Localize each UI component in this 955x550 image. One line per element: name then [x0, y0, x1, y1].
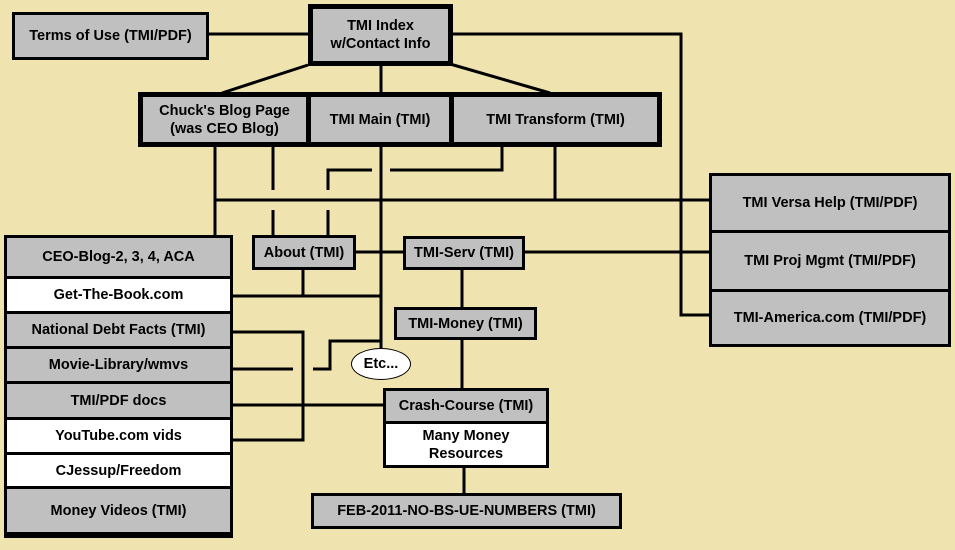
etc-label: Etc... — [363, 356, 399, 372]
connector-transform-about-a — [390, 146, 504, 172]
tmi-serv-box[interactable]: TMI-Serv (TMI) — [403, 236, 525, 270]
tmi-serv-label: TMI-Serv (TMI) — [414, 245, 514, 261]
terms-of-use-box[interactable]: Terms of Use (TMI/PDF) — [12, 12, 209, 60]
left-stack-label: Movie-Library/wmvs — [48, 357, 189, 373]
right-resource-stack: TMI Versa Help (TMI/PDF) TMI Proj Mgmt (… — [709, 173, 951, 347]
crash-course-box[interactable]: Crash-Course (TMI) — [386, 391, 546, 421]
many-money-label-line2: Resources — [428, 445, 504, 462]
tmi-transform-box[interactable]: TMI Transform (TMI) — [449, 92, 662, 147]
left-stack-label: YouTube.com vids — [55, 428, 182, 444]
right-stack-item-tmi-america[interactable]: TMI-America.com (TMI/PDF) — [712, 292, 948, 344]
tmi-index-box[interactable]: TMI Index w/Contact Info — [308, 4, 453, 66]
left-stack-item-movie-library[interactable]: Movie-Library/wmvs — [7, 349, 230, 381]
many-money-resources-box[interactable]: Many Money Resources — [386, 424, 546, 465]
left-stack-item-get-the-book[interactable]: Get-The-Book.com — [7, 279, 230, 311]
crash-course-label: Crash-Course (TMI) — [398, 398, 534, 414]
chucks-blog-box[interactable]: Chuck's Blog Page (was CEO Blog) — [138, 92, 311, 147]
terms-of-use-label: Terms of Use (TMI/PDF) — [29, 28, 192, 44]
left-stack-item-cjessup[interactable]: CJessup/Freedom — [7, 455, 230, 486]
left-stack-label: TMI/PDF docs — [70, 392, 167, 409]
tmi-main-box[interactable]: TMI Main (TMI) — [306, 92, 454, 147]
tmi-index-label-line1: TMI Index — [347, 18, 414, 34]
right-stack-label: TMI-America.com (TMI/PDF) — [733, 310, 927, 326]
about-box[interactable]: About (TMI) — [252, 235, 356, 270]
connector-index-transform — [449, 62, 551, 95]
left-stack-item-youtube[interactable]: YouTube.com vids — [7, 420, 230, 452]
left-stack-label: National Debt Facts (TMI) — [31, 322, 206, 338]
left-stack-item-tmi-pdf-docs[interactable]: TMI/PDF docs — [7, 384, 230, 417]
chucks-blog-label-line1: Chuck's Blog Page — [159, 102, 290, 119]
tmi-money-label: TMI-Money (TMI) — [408, 315, 523, 332]
chucks-blog-label-line2: (was CEO Blog) — [170, 120, 279, 137]
crash-course-group: Crash-Course (TMI) Many Money Resources — [383, 388, 549, 468]
left-stack-label: CEO-Blog-2, 3, 4, ACA — [42, 249, 195, 265]
left-stack-item-money-videos[interactable]: Money Videos (TMI) — [7, 489, 230, 532]
feb-2011-box[interactable]: FEB-2011-NO-BS-UE-NUMBERS (TMI) — [311, 493, 622, 529]
many-money-label-line1: Many Money — [422, 427, 510, 444]
left-stack-item-national-debt[interactable]: National Debt Facts (TMI) — [7, 314, 230, 346]
tmi-index-label-line2: w/Contact Info — [330, 36, 431, 52]
connector-index-blog — [221, 63, 309, 95]
tmi-main-label: TMI Main (TMI) — [329, 111, 431, 128]
connector-transform-about-b — [326, 168, 372, 190]
right-stack-item-versa-help[interactable]: TMI Versa Help (TMI/PDF) — [712, 176, 948, 230]
tmi-money-box[interactable]: TMI-Money (TMI) — [394, 307, 537, 340]
tmi-transform-label: TMI Transform (TMI) — [486, 111, 625, 128]
connector-about-book — [231, 268, 305, 298]
feb-2011-label: FEB-2011-NO-BS-UE-NUMBERS (TMI) — [337, 503, 596, 519]
left-stack-label: Get-The-Book.com — [53, 287, 184, 303]
right-stack-item-proj-mgmt[interactable]: TMI Proj Mgmt (TMI/PDF) — [712, 233, 948, 289]
left-stack-item-ceo-blog[interactable]: CEO-Blog-2, 3, 4, ACA — [7, 238, 230, 276]
etc-ellipse[interactable]: Etc... — [351, 348, 411, 380]
right-stack-label: TMI Proj Mgmt (TMI/PDF) — [744, 253, 916, 269]
connector-debt-youtube — [231, 330, 305, 442]
left-stack-label: CJessup/Freedom — [55, 462, 182, 479]
left-stack-label: Money Videos (TMI) — [50, 502, 187, 519]
left-resource-stack: CEO-Blog-2, 3, 4, ACA Get-The-Book.com N… — [4, 235, 233, 538]
about-label: About (TMI) — [263, 244, 345, 261]
right-stack-label: TMI Versa Help (TMI/PDF) — [742, 195, 918, 211]
